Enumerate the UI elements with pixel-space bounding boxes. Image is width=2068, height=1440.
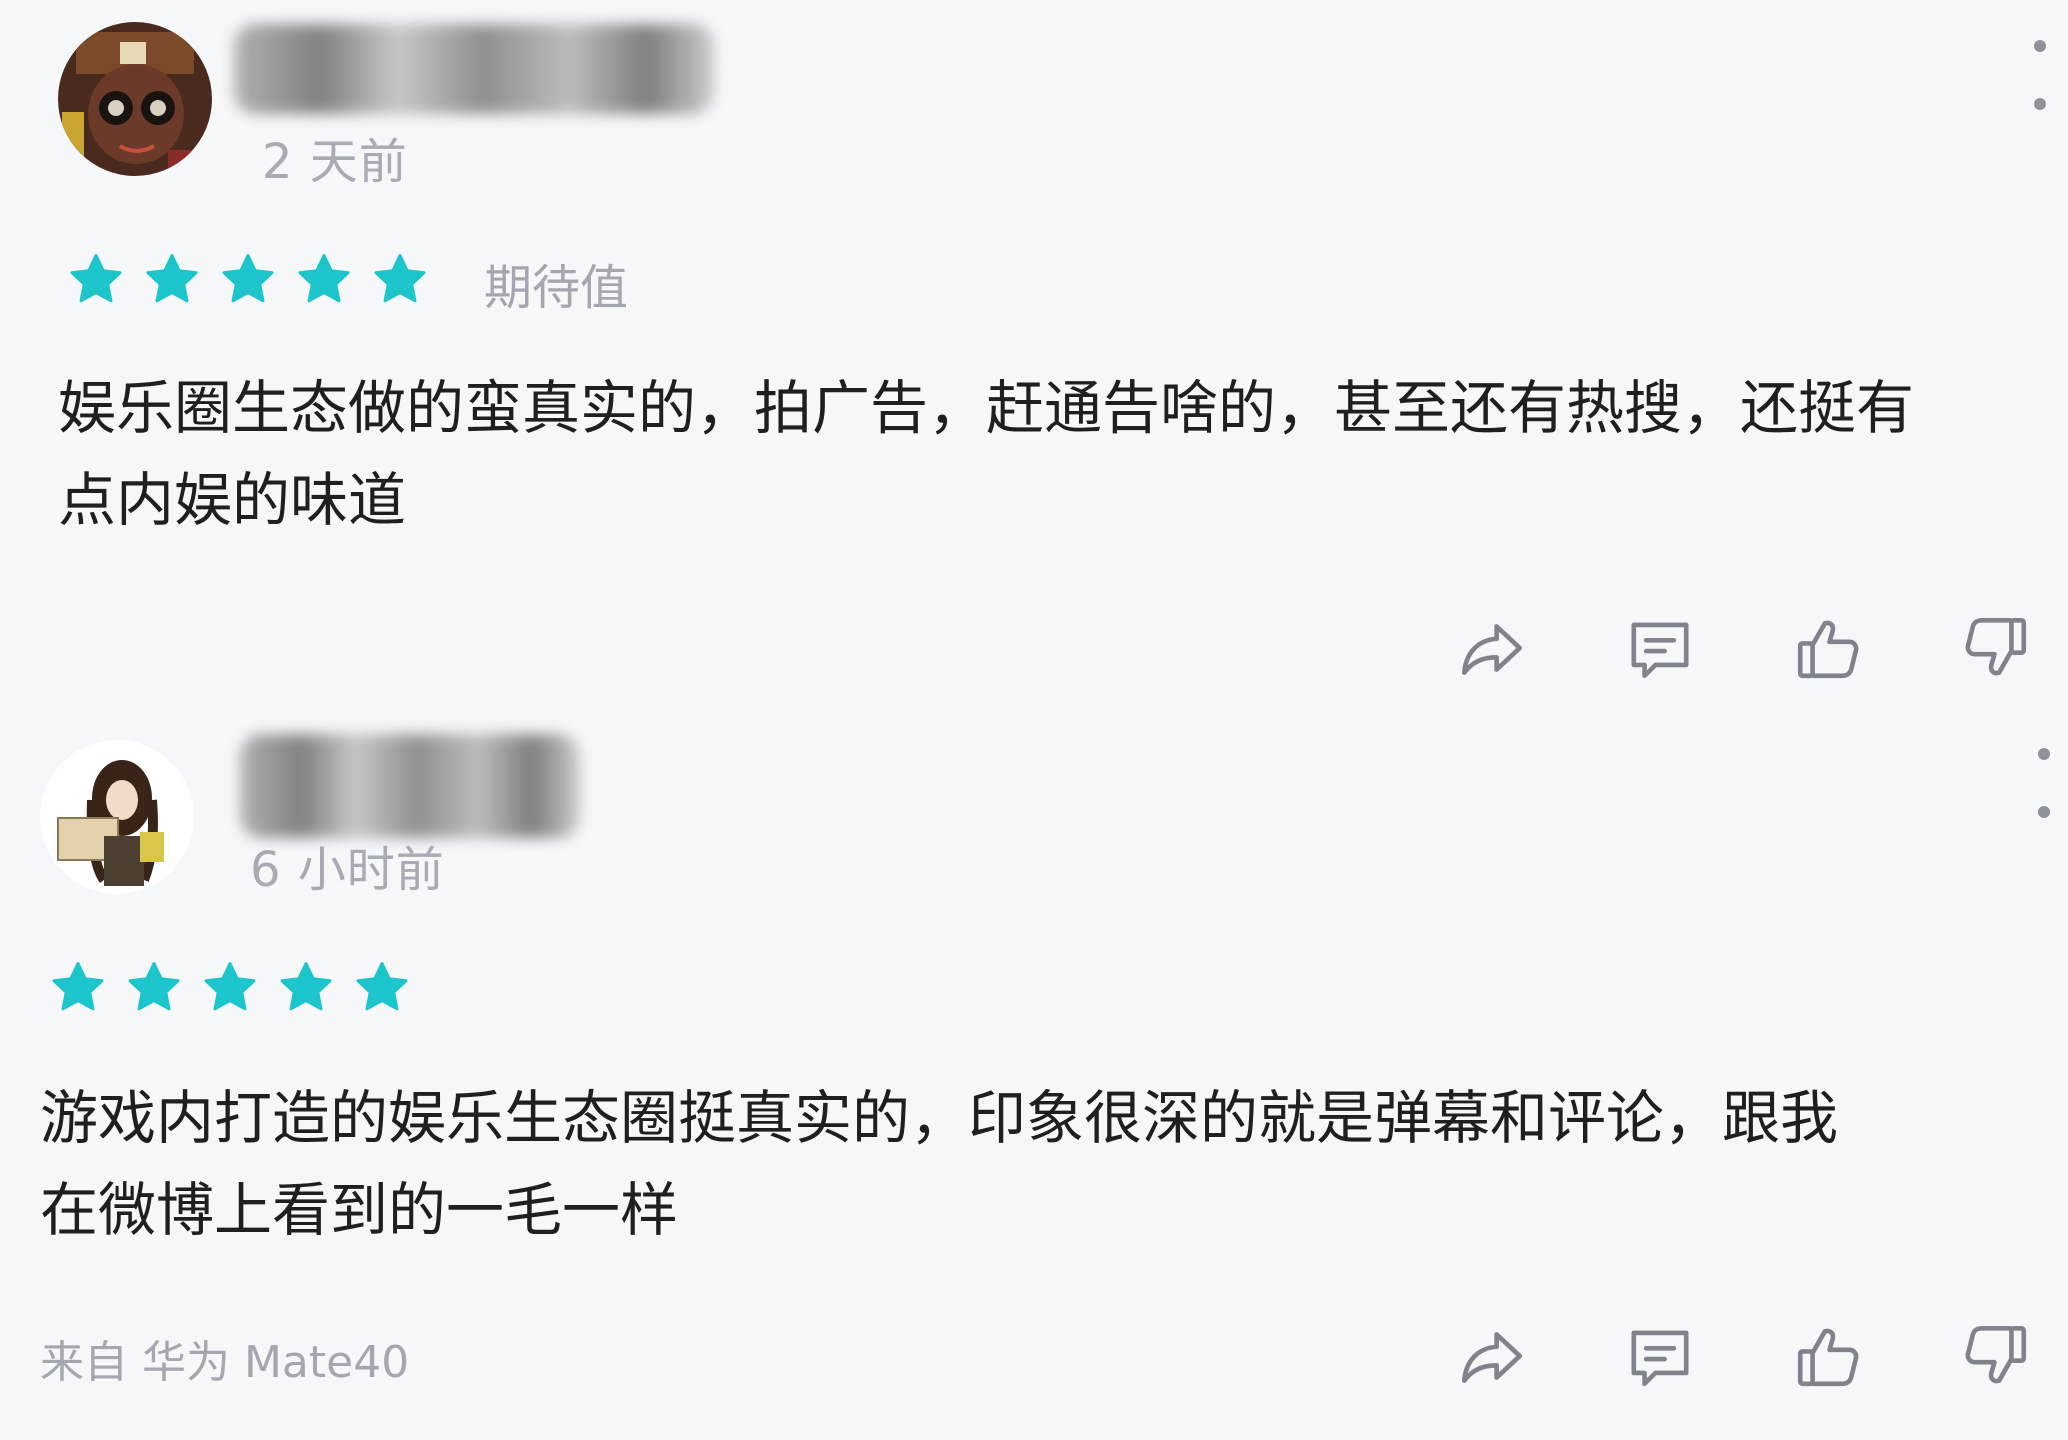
star-icon bbox=[222, 254, 274, 303]
star-icon bbox=[280, 962, 332, 1011]
more-icon[interactable] bbox=[2034, 748, 2054, 818]
comment-icon bbox=[1631, 622, 1689, 679]
device-source: 来自 华为 Mate40 bbox=[40, 1337, 410, 1388]
review-text-line: 娱乐圈生态做的蛮真实的，拍广告，赶通告啥的，甚至还有热搜，还挺有 bbox=[58, 374, 1915, 442]
review-actions bbox=[1452, 608, 2036, 688]
like-button[interactable] bbox=[1788, 1316, 1868, 1396]
review-text-line: 游戏内打造的娱乐生态圈挺真实的，印象很深的就是弹幕和评论，跟我 bbox=[40, 1084, 1839, 1152]
star-icon bbox=[70, 254, 122, 303]
rating-stars bbox=[48, 958, 412, 1018]
review-actions bbox=[1452, 1316, 2036, 1396]
share-button[interactable] bbox=[1452, 1316, 1532, 1396]
comment-button[interactable] bbox=[1620, 1316, 1700, 1396]
comment-icon bbox=[1631, 1330, 1689, 1387]
rating-label: 期待值 bbox=[484, 260, 629, 316]
review-card: 2 天前 期待值 娱乐圈生态做的蛮真实的，拍广告，赶通告啥的，甚至还有热搜，还挺… bbox=[0, 0, 2068, 700]
like-button[interactable] bbox=[1788, 608, 1868, 688]
star-icon bbox=[146, 254, 198, 303]
avatar[interactable] bbox=[40, 740, 194, 894]
star-icon bbox=[52, 962, 104, 1011]
star-icon bbox=[298, 254, 350, 303]
share-icon bbox=[1461, 624, 1523, 675]
username-redacted bbox=[234, 24, 714, 114]
thumbs-down-icon bbox=[1965, 617, 2027, 676]
thumbs-up-icon bbox=[1797, 620, 1859, 679]
review-card: 6 小时前 游戏内打造的娱乐生态圈挺真实的，印象很深的就是弹幕和评论，跟我 在微… bbox=[0, 700, 2068, 1440]
review-text-line: 点内娱的味道 bbox=[58, 466, 407, 534]
review-text-line: 在微博上看到的一毛一样 bbox=[40, 1176, 679, 1244]
post-time: 2 天前 bbox=[262, 134, 408, 190]
thumbs-down-icon bbox=[1965, 1325, 2027, 1384]
share-button[interactable] bbox=[1452, 608, 1532, 688]
avatar[interactable] bbox=[58, 22, 212, 176]
username-redacted bbox=[240, 734, 580, 838]
star-icon bbox=[374, 254, 426, 303]
dislike-button[interactable] bbox=[1956, 608, 2036, 688]
more-icon[interactable] bbox=[2030, 40, 2050, 110]
star-icon bbox=[128, 962, 180, 1011]
comment-button[interactable] bbox=[1620, 608, 1700, 688]
star-icon bbox=[356, 962, 408, 1011]
rating-stars bbox=[66, 250, 430, 310]
post-time: 6 小时前 bbox=[250, 842, 445, 898]
dislike-button[interactable] bbox=[1956, 1316, 2036, 1396]
star-icon bbox=[204, 962, 256, 1011]
thumbs-up-icon bbox=[1797, 1328, 1859, 1387]
share-icon bbox=[1461, 1332, 1523, 1383]
